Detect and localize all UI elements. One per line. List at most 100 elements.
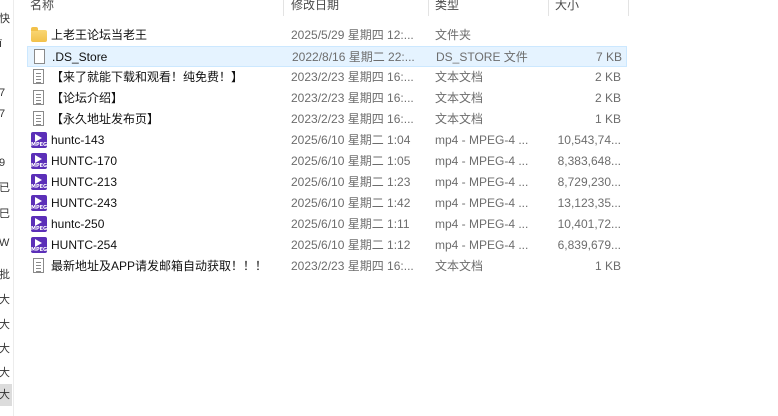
column-header-name[interactable]: 名称: [30, 0, 54, 15]
file-type: mp4 - MPEG-4 ...: [435, 154, 529, 168]
navigation-pane-strip: 快 ī 7 7 9 已 巳 W 批 大 大 大 大 大: [0, 0, 14, 416]
modified-date: 2023/2/23 星期四 16:...: [291, 91, 414, 105]
file-row[interactable]: .DS_Store 2022/8/16 星期二 22:... DS_STORE 文件…: [27, 46, 627, 67]
file-name: huntc-143: [51, 133, 105, 147]
file-size: 6,839,679...: [557, 238, 621, 252]
file-size: 1 KB: [594, 259, 621, 273]
column-divider[interactable]: [548, 0, 549, 16]
file-row[interactable]: MPEG HUNTC-213 2025/6/10 星期二 1:23 mp4 - MPE…: [27, 172, 627, 193]
mp4-badge-label: MPEG: [31, 247, 47, 253]
text-file-icon: [33, 111, 44, 126]
file-size: 2 KB: [594, 70, 621, 84]
modified-date: 2023/2/23 星期四 16:...: [291, 70, 414, 84]
file-row[interactable]: 【永久地址发布页】 2023/2/23 星期四 16:... 文本文档 1 KB: [27, 109, 627, 130]
nav-item[interactable]: 大: [0, 318, 13, 332]
nav-item[interactable]: 巳: [0, 207, 13, 221]
file-type: DS_STORE 文件: [436, 50, 528, 64]
file-row[interactable]: 最新地址及APP请发邮箱自动获取！！！ 2023/2/23 星期四 16:... 文…: [27, 256, 627, 277]
mp4-icon: MPEG: [31, 237, 47, 253]
folder-icon: [31, 27, 47, 42]
text-file-icon: [33, 69, 44, 84]
column-divider[interactable]: [283, 0, 284, 16]
nav-item[interactable]: 批: [0, 268, 13, 282]
file-name: huntc-250: [51, 217, 105, 231]
mp4-icon: MPEG: [31, 132, 47, 148]
nav-item[interactable]: ī: [0, 37, 13, 51]
column-divider[interactable]: [628, 0, 629, 16]
mp4-badge-label: MPEG: [31, 163, 47, 169]
modified-date: 2025/6/10 星期二 1:04: [291, 133, 411, 147]
file-row[interactable]: 上老王论坛当老王 2025/5/29 星期四 12:... 文件夹: [27, 25, 627, 46]
file-name: 最新地址及APP请发邮箱自动获取！！！: [51, 259, 268, 273]
file-type: mp4 - MPEG-4 ...: [435, 175, 529, 189]
nav-item[interactable]: 9: [0, 156, 13, 170]
modified-date: 2025/5/29 星期四 12:...: [291, 28, 414, 42]
text-file-icon: [33, 258, 44, 273]
file-size: 2 KB: [594, 91, 621, 105]
modified-date: 2025/6/10 星期二 1:42: [291, 196, 411, 210]
modified-date: 2023/2/23 星期四 16:...: [291, 112, 414, 126]
file-type: mp4 - MPEG-4 ...: [435, 217, 529, 231]
mp4-icon: MPEG: [31, 216, 47, 232]
file-type: mp4 - MPEG-4 ...: [435, 133, 529, 147]
file-type: 文本文档: [435, 259, 484, 273]
mp4-icon: MPEG: [31, 195, 47, 211]
file-row[interactable]: MPEG huntc-143 2025/6/10 星期二 1:04 mp4 - MPE…: [27, 130, 627, 151]
file-size: 13,123,35...: [557, 196, 621, 210]
mp4-icon: MPEG: [31, 174, 47, 190]
modified-date: 2025/6/10 星期二 1:05: [291, 154, 411, 168]
file-row[interactable]: 【来了就能下载和观看！纯免费！】 2023/2/23 星期四 16:... 文本文档…: [27, 67, 627, 88]
file-name: HUNTC-254: [51, 238, 118, 252]
file-type: mp4 - MPEG-4 ...: [435, 196, 529, 210]
file-name: HUNTC-243: [51, 196, 118, 210]
file-size: 1 KB: [594, 112, 621, 126]
file-row[interactable]: 【论坛介绍】 2023/2/23 星期四 16:... 文本文档 2 KB: [27, 88, 627, 109]
text-file-icon: [33, 90, 44, 105]
nav-item[interactable]: 大: [0, 366, 13, 380]
mp4-badge-label: MPEG: [31, 205, 47, 211]
nav-item[interactable]: 已: [0, 181, 13, 195]
file-name: .DS_Store: [52, 50, 108, 64]
file-name: HUNTC-213: [51, 175, 118, 189]
file-size: 7 KB: [595, 50, 622, 64]
file-row[interactable]: MPEG HUNTC-243 2025/6/10 星期二 1:42 mp4 - MPE…: [27, 193, 627, 214]
modified-date: 2025/6/10 星期二 1:11: [291, 217, 410, 231]
modified-date: 2022/8/16 星期二 22:...: [292, 50, 415, 64]
nav-item[interactable]: 7: [0, 86, 13, 100]
file-row[interactable]: MPEG HUNTC-254 2025/6/10 星期二 1:12 mp4 - MPE…: [27, 235, 627, 256]
file-row[interactable]: MPEG HUNTC-170 2025/6/10 星期二 1:05 mp4 - MPE…: [27, 151, 627, 172]
modified-date: 2025/6/10 星期二 1:23: [291, 175, 411, 189]
mp4-badge-label: MPEG: [31, 226, 47, 232]
file-size: 8,383,648...: [557, 154, 621, 168]
nav-item[interactable]: 大: [0, 342, 13, 356]
mp4-icon: MPEG: [31, 153, 47, 169]
nav-item[interactable]: 大: [0, 293, 13, 307]
nav-item[interactable]: W: [0, 236, 13, 250]
mp4-badge-label: MPEG: [31, 184, 47, 190]
file-type: mp4 - MPEG-4 ...: [435, 238, 529, 252]
file-size: [547, 25, 621, 46]
nav-item[interactable]: 7: [0, 107, 13, 121]
file-type: 文本文档: [435, 70, 484, 84]
nav-item[interactable]: 快: [0, 12, 13, 26]
file-name: 【来了就能下载和观看！纯免费！】: [51, 70, 244, 84]
file-size: 8,729,230...: [557, 175, 621, 189]
file-size: 10,543,74...: [557, 133, 621, 147]
column-header-row: 名称 修改日期 类型 大小: [13, 0, 629, 16]
file-name: 【永久地址发布页】: [51, 112, 160, 126]
column-header-size[interactable]: 大小: [555, 0, 579, 15]
column-divider[interactable]: [428, 0, 429, 16]
column-header-type[interactable]: 类型: [435, 0, 459, 15]
file-icon: [34, 49, 45, 64]
nav-item[interactable]: 大: [0, 388, 13, 402]
file-name: 【论坛介绍】: [51, 91, 124, 105]
file-name: HUNTC-170: [51, 154, 118, 168]
modified-date: 2023/2/23 星期四 16:...: [291, 259, 414, 273]
file-type: 文件夹: [435, 28, 472, 42]
column-header-date[interactable]: 修改日期: [291, 0, 339, 15]
file-type: 文本文档: [435, 112, 484, 126]
file-row[interactable]: MPEG huntc-250 2025/6/10 星期二 1:11 mp4 - MPE…: [27, 214, 627, 235]
file-name: 上老王论坛当老王: [51, 28, 148, 42]
file-size: 10,401,72...: [557, 217, 621, 231]
file-type: 文本文档: [435, 91, 484, 105]
